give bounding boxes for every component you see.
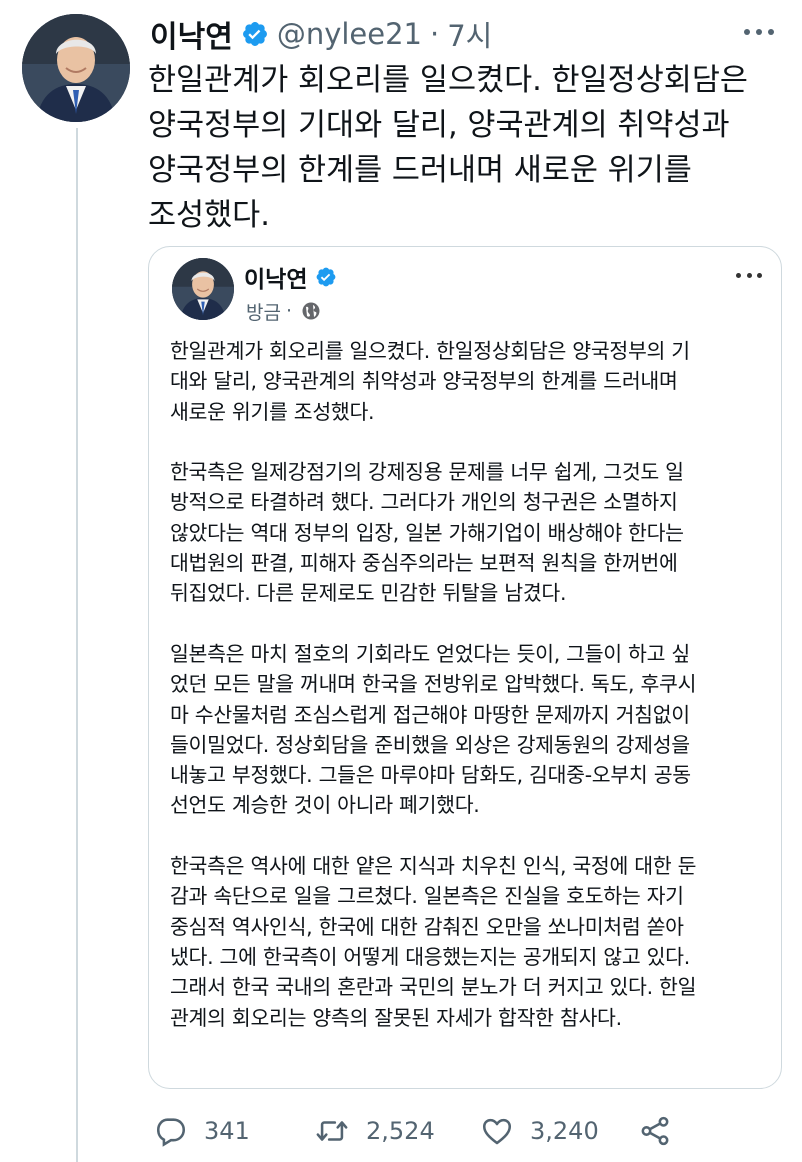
retweet-count: 2,524 — [366, 1117, 435, 1145]
globe-icon — [301, 301, 321, 321]
verified-badge-icon — [241, 20, 269, 48]
author-name[interactable]: 이낙연 — [150, 12, 233, 56]
quote-header: 이낙연 — [244, 260, 337, 294]
quote-more-icon[interactable] — [736, 268, 762, 282]
author-handle[interactable]: @nylee21 — [277, 17, 422, 51]
retweet-button[interactable]: 2,524 — [314, 1108, 435, 1154]
share-button[interactable] — [638, 1108, 672, 1154]
heart-icon — [482, 1118, 512, 1145]
reply-count: 341 — [204, 1117, 250, 1145]
more-icon[interactable] — [744, 20, 774, 44]
quote-author-name[interactable]: 이낙연 — [244, 260, 307, 294]
like-button[interactable]: 3,240 — [480, 1108, 599, 1154]
separator-dot: · — [430, 17, 440, 51]
reply-button[interactable]: 341 — [154, 1108, 250, 1154]
quote-avatar[interactable] — [172, 258, 234, 320]
retweet-icon — [316, 1121, 348, 1141]
share-icon — [641, 1116, 669, 1146]
tweet-actions: 341 2,524 3,240 — [150, 1108, 770, 1154]
like-count: 3,240 — [530, 1117, 599, 1145]
thread-line — [76, 128, 78, 1162]
tweet-text: 한일관계가 회오리를 일으켰다. 한일정상회담은 양국정부의 기대와 달리, 양… — [148, 63, 748, 233]
quote-meta: 방금 · — [246, 296, 321, 326]
avatar-portrait — [22, 14, 130, 122]
avatar[interactable] — [22, 14, 130, 122]
tweet-time[interactable]: 7시 — [447, 13, 492, 55]
quote-verified-badge-icon — [315, 266, 337, 288]
reply-icon — [156, 1118, 186, 1147]
quote-time: 방금 — [246, 301, 281, 324]
quote-body-text: 한일관계가 회오리를 일으켰다. 한일정상회담은 양국정부의 기 대와 달리, … — [170, 339, 697, 1030]
tweet-header: 이낙연 @nylee21 · 7시 — [150, 12, 492, 56]
quote-avatar-portrait — [172, 258, 234, 320]
quote-separator-dot: · — [285, 300, 293, 322]
